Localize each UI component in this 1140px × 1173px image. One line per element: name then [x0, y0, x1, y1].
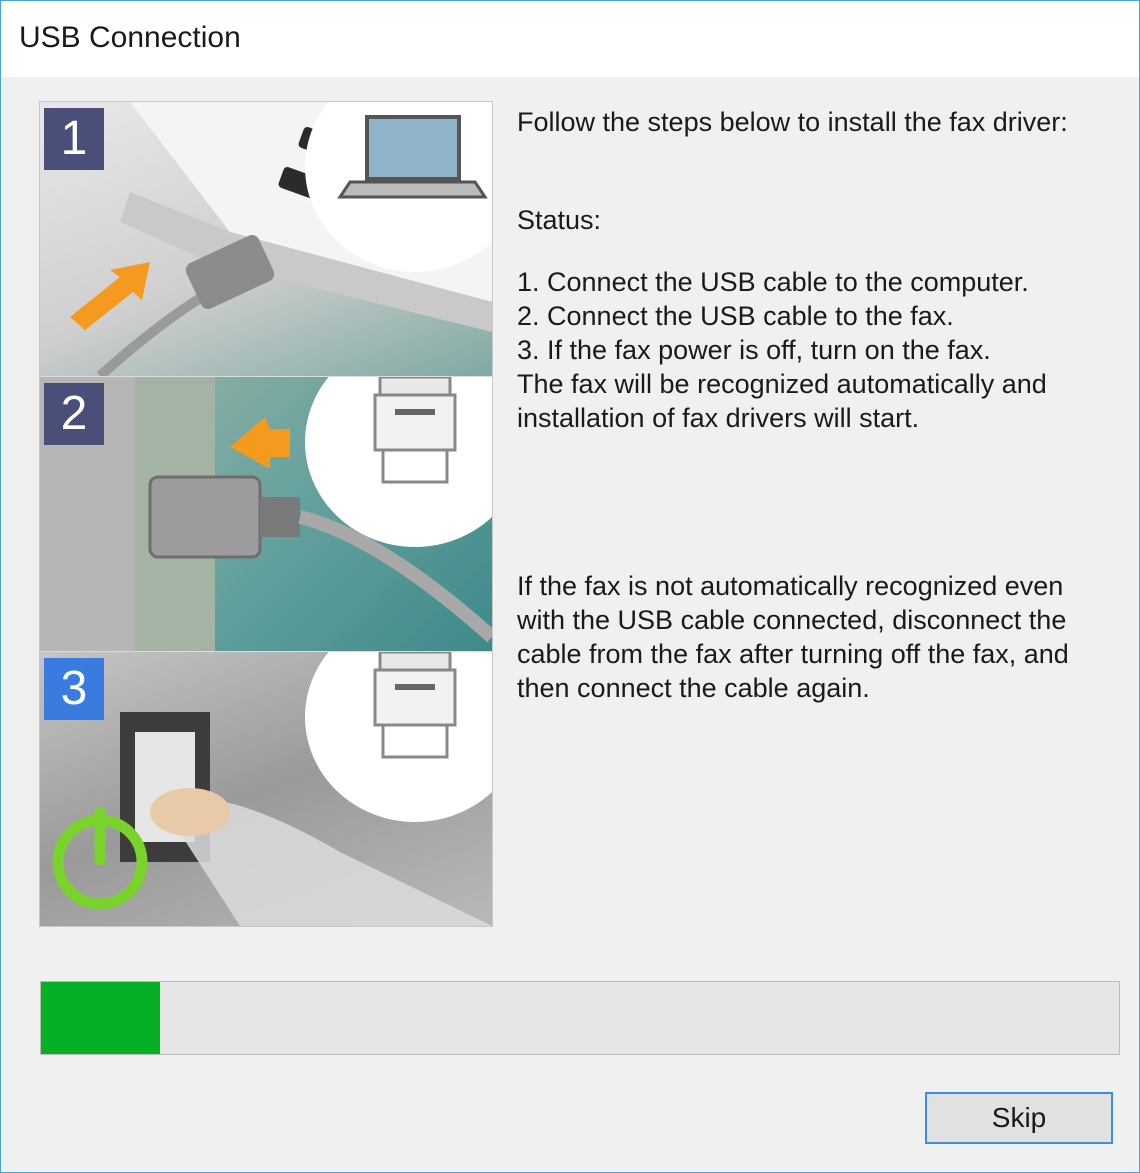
- step-2-panel: 2: [40, 377, 492, 651]
- skip-button[interactable]: Skip: [925, 1092, 1113, 1144]
- step-item: 1. Connect the USB cable to the computer…: [517, 267, 1029, 297]
- step-1-badge: 1: [44, 108, 104, 170]
- help-line: then connect the cable again.: [517, 673, 870, 703]
- install-progress-bar: [40, 981, 1120, 1055]
- step-item: 2. Connect the USB cable to the fax.: [517, 301, 954, 331]
- help-text: If the fax is not automatically recogniz…: [517, 569, 1129, 705]
- help-line: If the fax is not automatically recogniz…: [517, 571, 1064, 601]
- setup-illustration: 1 2 3: [39, 101, 493, 927]
- fax-inset: [305, 377, 492, 547]
- title-bar: USB Connection: [1, 1, 1139, 77]
- step-1-panel: 1: [40, 102, 492, 376]
- insert-arrow-icon-2: [230, 417, 290, 469]
- intro-text: Follow the steps below to install the fa…: [517, 107, 1068, 137]
- fax-machine-icon: [373, 377, 457, 484]
- steps-note: The fax will be recognized automatically…: [517, 369, 1047, 399]
- step-list: 1. Connect the USB cable to the computer…: [517, 265, 1129, 435]
- progress-fill: [41, 982, 160, 1054]
- step-3-badge: 3: [44, 658, 104, 720]
- steps-note: installation of fax drivers will start.: [517, 403, 920, 433]
- insert-arrow-icon: [70, 262, 150, 330]
- step-2-badge: 2: [44, 383, 104, 445]
- fax-inset-2: [305, 652, 492, 822]
- help-line: cable from the fax after turning off the…: [517, 639, 1069, 669]
- step-3-panel: 3: [40, 652, 492, 926]
- usb-connection-dialog: USB Connection 1 2 3 Follow the steps be…: [0, 0, 1140, 1173]
- fax-machine-icon-2: [373, 652, 457, 759]
- window-title: USB Connection: [19, 21, 241, 54]
- laptop-inset: [305, 102, 492, 272]
- step-item: 3. If the fax power is off, turn on the …: [517, 335, 991, 365]
- help-line: with the USB cable connected, disconnect…: [517, 605, 1067, 635]
- status-label: Status:: [517, 205, 602, 235]
- laptop-icon: [337, 115, 488, 199]
